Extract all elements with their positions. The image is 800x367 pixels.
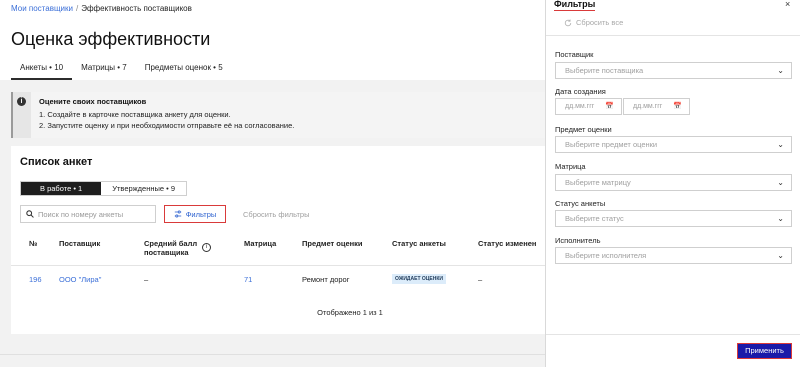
col-header-avg-score-label: Средний балл поставщика [144,239,198,257]
status-badge: ОЖИДАЕТ ОЦЕНКИ [392,274,447,284]
col-header-number: № [29,239,38,248]
breadcrumb-link-suppliers[interactable]: Мои поставщики [11,4,73,13]
chevron-down-icon: ⌄ [777,251,784,260]
tab-evaluation-subjects[interactable]: Предметы оценок • 5 [136,59,232,80]
reset-all-button[interactable]: Сбросить все [564,18,623,27]
col-header-status[interactable]: Статус анкеты [392,239,446,248]
col-header-matrix[interactable]: Матрица [244,239,276,248]
executor-label: Исполнитель [555,236,601,245]
reset-filters-link[interactable]: Сбросить фильтры [243,210,309,219]
page-title: Оценка эффективности [11,29,211,49]
breadcrumb: Мои поставщики / Эффективность поставщиков [11,4,192,13]
matrix-select[interactable]: Выберите матрицу ⌄ [555,174,792,191]
subject-select[interactable]: Выберите предмет оценки ⌄ [555,136,792,153]
filters-panel-title: Фильтры [554,0,596,11]
subject-label: Предмет оценки [555,125,612,134]
calendar-icon[interactable]: 📅 [673,99,682,114]
table-header-divider [11,265,545,266]
executor-select-placeholder: Выберите исполнителя [565,251,647,260]
segment-in-progress[interactable]: В работе • 1 [21,182,102,195]
info-circle-icon[interactable]: i [202,243,211,252]
panel-header-divider [546,35,800,36]
tab-matrices[interactable]: Матрицы • 7 [72,59,136,80]
info-line-2: 2. Запустите оценку и при необходимости … [39,121,295,130]
supplier-select-placeholder: Выберите поставщика [565,66,644,75]
col-header-avg-score[interactable]: Средний балл поставщика [144,239,204,257]
cell-avg-score: – [144,275,149,284]
supplier-select[interactable]: Выберите поставщика ⌄ [555,62,792,79]
subject-select-placeholder: Выберите предмет оценки [565,140,658,149]
segment-approved[interactable]: Утвержденные • 9 [101,182,186,195]
reset-all-label: Сбросить все [576,18,624,27]
filters-button[interactable]: Фильтры [164,205,226,223]
cell-subject: Ремонт дорог [302,275,350,284]
calendar-icon[interactable]: 📅 [605,99,614,114]
list-title: Список анкет [20,156,93,168]
tab-bar: Анкеты • 10 Матрицы • 7 Предметы оценок … [11,59,232,80]
date-label: Дата создания [555,87,606,96]
filters-button-label: Фильтры [185,209,217,219]
info-banner: i Оцените своих поставщиков 1. Создайте … [11,92,545,138]
col-header-status-changed[interactable]: Статус изменен [478,239,536,248]
chevron-down-icon: ⌄ [777,66,784,75]
status-label: Статус анкеты [555,199,606,208]
info-title: Оцените своих поставщиков [39,97,147,106]
breadcrumb-separator: / [75,4,79,13]
supplier-label: Поставщик [555,50,594,59]
date-to-field[interactable]: дд.мм.ггг 📅 [623,98,690,115]
cell-matrix[interactable]: 71 [244,275,252,284]
status-select-placeholder: Выберите статус [565,214,624,223]
col-header-subject[interactable]: Предмет оценки [302,239,363,248]
search-icon [26,210,34,218]
info-line-1: 1. Создайте в карточке поставщика анкету… [39,110,231,119]
cell-number[interactable]: 196 [29,275,42,284]
date-to-placeholder: дд.мм.ггг [633,103,663,110]
page-header: Мои поставщики / Эффективность поставщиков… [0,0,545,80]
matrix-select-placeholder: Выберите матрицу [565,178,631,187]
cell-supplier[interactable]: ООО "Лира" [59,275,101,284]
tab-questionnaires[interactable]: Анкеты • 10 [11,59,73,80]
filter-sliders-icon [174,210,181,218]
page-footer-divider [0,354,545,355]
status-select[interactable]: Выберите статус ⌄ [555,210,792,227]
chevron-down-icon: ⌄ [777,178,784,187]
cell-status-changed: – [478,275,483,284]
chevron-down-icon: ⌄ [777,140,784,149]
date-from-placeholder: дд.мм.ггг [565,103,595,110]
search-input[interactable] [38,209,148,219]
chevron-down-icon: ⌄ [777,214,784,223]
col-header-supplier[interactable]: Поставщик [59,239,100,248]
questionnaire-list-card: Список анкет В работе • 1 Утвержденные •… [11,146,545,334]
apply-button[interactable]: Применить [737,343,792,359]
panel-footer-divider [546,334,800,335]
executor-select[interactable]: Выберите исполнителя ⌄ [555,247,792,264]
main-page: Мои поставщики / Эффективность поставщиков… [0,0,545,367]
close-icon[interactable]: × [785,0,790,9]
filters-panel: Фильтры × Сбросить все Поставщик Выберит… [545,0,800,367]
refresh-icon [564,18,572,26]
date-from-field[interactable]: дд.мм.ггг 📅 [555,98,622,115]
status-segmented-control: В работе • 1 Утвержденные • 9 [20,181,188,196]
search-box [20,205,156,223]
matrix-label: Матрица [555,162,586,171]
breadcrumb-current: Эффективность поставщиков [81,4,192,13]
info-icon: i [17,97,26,106]
